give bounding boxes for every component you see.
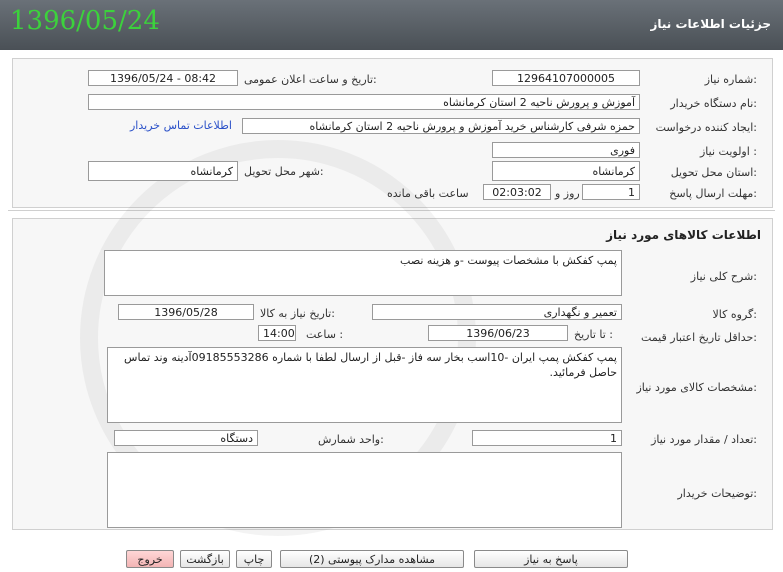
back-button[interactable]: بازگشت xyxy=(180,550,230,568)
creator-field: حمزه شرفی کارشناس خرید آموزش و پرورش ناح… xyxy=(242,118,640,134)
province-field: کرمانشاه xyxy=(492,161,640,181)
buyer-label: نام دستگاه خریدار: xyxy=(670,97,757,110)
need-date-label: تاریخ نیاز به کالا: xyxy=(260,307,335,320)
remaining-time-field: 02:03:02 xyxy=(483,184,551,200)
header-date: 1396/05/24 xyxy=(10,6,160,36)
creator-label: ایجاد کننده درخواست: xyxy=(655,121,757,134)
specs-label: مشخصات کالای مورد نیاز: xyxy=(636,381,757,394)
priority-label: اولویت نیاز : xyxy=(699,145,757,158)
to-date-field: 1396/06/23 xyxy=(428,325,568,341)
announce-label: تاریخ و ساعت اعلان عمومی: xyxy=(244,73,377,86)
to-date-label: تا تاریخ : xyxy=(574,328,613,341)
priority-field: فوری xyxy=(492,142,640,158)
city-label: شهر محل تحویل: xyxy=(244,165,324,178)
summary-label: شرح کلی نیاز: xyxy=(690,270,757,283)
buyer-notes-label: توضیحات خریدار: xyxy=(677,487,758,500)
specs-field: پمپ کفکش پمپ ایران -10اسب بخار سه فاز -ق… xyxy=(107,347,622,423)
reply-button[interactable]: پاسخ به نیاز xyxy=(474,550,628,568)
buyer-field: آموزش و پرورش ناحیه 2 استان کرمانشاه xyxy=(88,94,640,110)
print-button[interactable]: چاپ xyxy=(236,550,272,568)
remaining-label: ساعت باقی مانده xyxy=(387,187,469,200)
goods-section-title: اطلاعات کالاهای مورد نیاز xyxy=(606,228,761,242)
unit-field: دستگاه xyxy=(114,430,258,446)
header-bar: 1396/05/24 جزئیات اطلاعات نیاز xyxy=(0,0,783,50)
quantity-field: 1 xyxy=(472,430,622,446)
exit-button[interactable]: خروج xyxy=(126,550,174,568)
validity-label: حداقل تاریخ اعتبار قیمت: xyxy=(641,331,757,344)
hour-field: 14:00 xyxy=(258,325,296,341)
view-attachments-button[interactable]: مشاهده مدارک پیوستی (2) xyxy=(280,550,464,568)
summary-field: پمپ کفکش با مشخصات پیوست -و هزینه نصب xyxy=(104,250,622,296)
province-label: استان محل تحویل: xyxy=(670,166,757,179)
need-date-field: 1396/05/28 xyxy=(118,304,254,320)
buyer-contact-link[interactable]: اطلاعات تماس خریدار xyxy=(130,119,232,132)
page-title: جزئیات اطلاعات نیاز xyxy=(650,17,771,31)
days-field: 1 xyxy=(582,184,640,200)
hour-label: ساعت : xyxy=(306,328,344,341)
goods-group-label: گروه کالا: xyxy=(712,308,757,321)
city-field: کرمانشاه xyxy=(88,161,238,181)
deadline-label: مهلت ارسال پاسخ: xyxy=(669,187,757,200)
announce-datetime-field: 1396/05/24 - 08:42 xyxy=(88,70,238,86)
days-label: روز و xyxy=(555,187,580,200)
need-number-label: شماره نیاز: xyxy=(704,73,757,86)
goods-group-field: تعمیر و نگهداری xyxy=(372,304,622,320)
section-divider xyxy=(8,210,775,211)
quantity-label: تعداد / مقدار مورد نیاز: xyxy=(651,433,757,446)
need-number-field: 12964107000005 xyxy=(492,70,640,86)
unit-label: واحد شمارش: xyxy=(318,433,384,446)
buyer-notes-field xyxy=(107,452,622,528)
